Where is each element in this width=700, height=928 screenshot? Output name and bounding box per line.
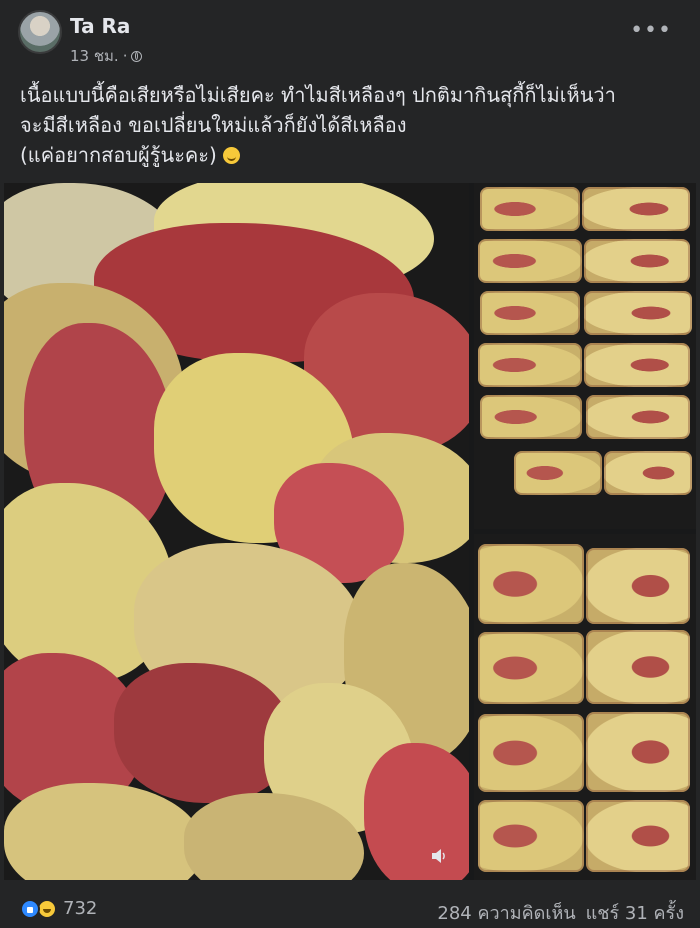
grinning-emoji-icon [223,147,241,164]
post-meta: 13 ชม. · [70,44,143,68]
share-count[interactable]: แชร์ 31 ครั้ง [586,898,684,927]
post-timestamp[interactable]: 13 ชม. [70,44,119,68]
more-options-button[interactable]: ••• [630,18,672,43]
volume-icon[interactable] [430,847,448,865]
globe-icon [131,50,143,62]
post-stats: 284 ความคิดเห็น แชร์ 31 ครั้ง [437,898,684,927]
post-text-line: จะมีสีเหลือง ขอเปลี่ยนใหม่แล้วก็ยังได้สี… [20,113,407,137]
post-media[interactable] [4,183,696,880]
post-text: เนื้อแบบนี้คือเสียหรือไม่เสียคะ ทำไมสีเห… [20,80,680,170]
photo-right-bottom[interactable] [474,534,696,880]
reaction-count: 732 [63,898,98,919]
haha-icon [37,898,57,919]
reactions-summary[interactable]: 732 [20,898,97,919]
author-name[interactable]: Ta Ra [70,14,130,38]
post-footer: 732 284 ความคิดเห็น แชร์ 31 ครั้ง [20,898,684,924]
photo-main[interactable] [4,183,469,880]
post-text-line: เนื้อแบบนี้คือเสียหรือไม่เสียคะ ทำไมสีเห… [20,83,616,107]
comment-count[interactable]: 284 ความคิดเห็น [437,898,575,927]
photo-right-top[interactable] [474,183,696,529]
avatar[interactable] [18,10,62,54]
post-header: Ta Ra 13 ชม. · ••• [18,10,690,66]
like-icon [20,898,40,919]
post-text-line: (แค่อยากสอบผู้รู้นะคะ) [20,140,680,170]
